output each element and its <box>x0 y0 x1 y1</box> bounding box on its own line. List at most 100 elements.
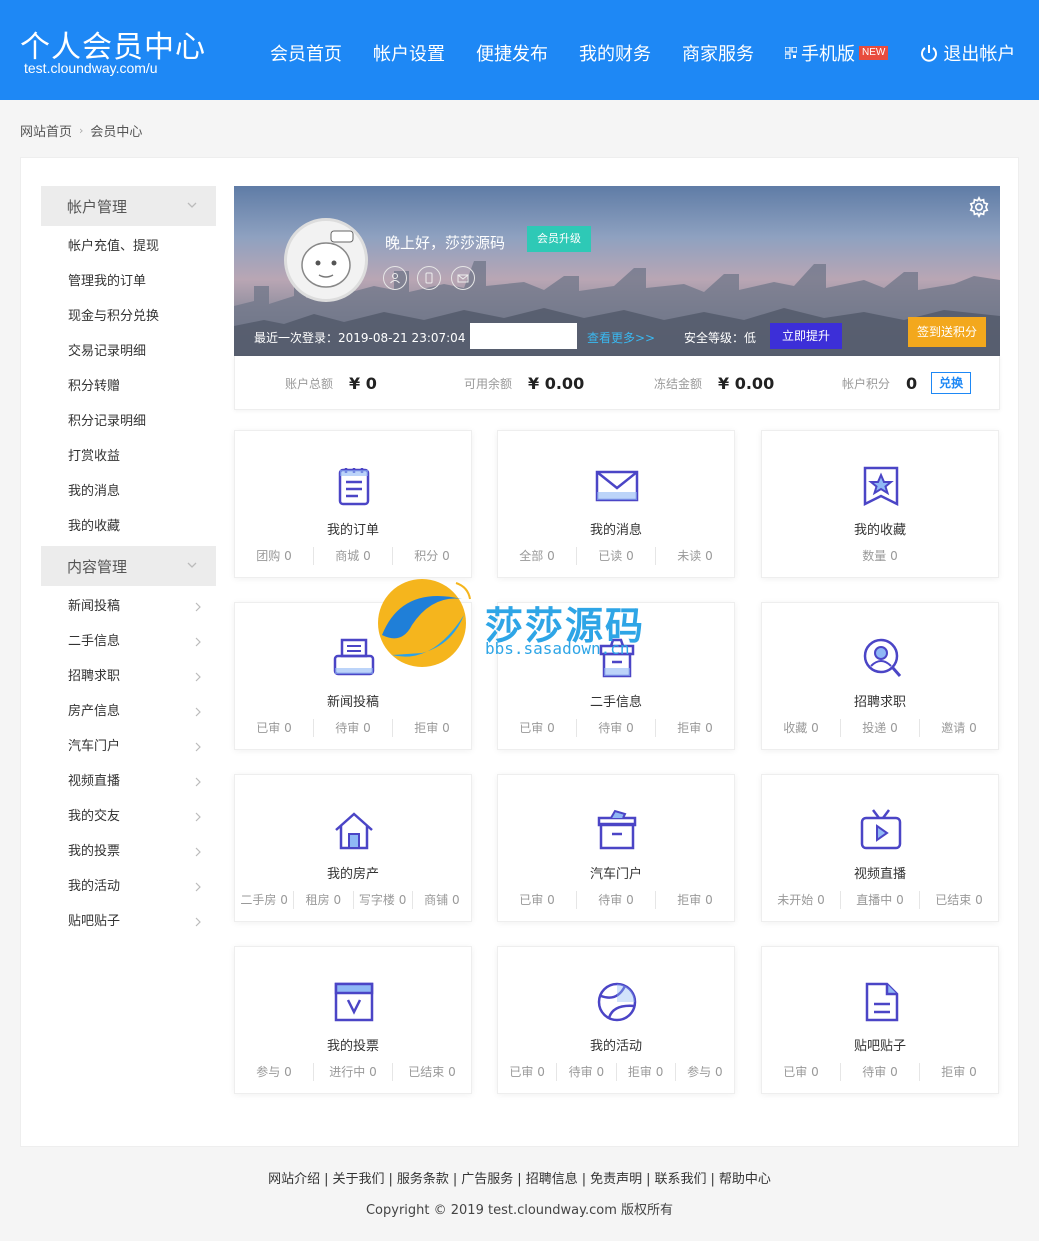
card-stat[interactable]: 拒审 0 <box>617 1063 676 1081</box>
sidebar-item-content-5[interactable]: 视频直播 <box>68 772 203 792</box>
sidebar-item-account-5[interactable]: 积分记录明细 <box>68 412 203 432</box>
card-stat[interactable]: 已结束 0 <box>920 891 998 909</box>
nav-quick-publish[interactable]: 便捷发布 <box>476 40 548 66</box>
nav-finance[interactable]: 我的财务 <box>579 40 651 66</box>
balance-total: 账户总额 ¥ 0 <box>285 356 377 410</box>
card-stat[interactable]: 已读 0 <box>577 547 656 565</box>
nav-logout[interactable]: 退出帐户 <box>919 40 1015 66</box>
card-order[interactable]: 我的订单 团购 0 商城 0 积分 0 <box>234 430 472 578</box>
footer-link[interactable]: 免责声明 <box>590 1172 642 1187</box>
card-tv[interactable]: 视频直播 未开始 0 直播中 0 已结束 0 <box>761 774 999 922</box>
card-house[interactable]: 我的房产 二手房 0 租房 0 写字楼 0 商铺 0 <box>234 774 472 922</box>
sidebar-item-account-2[interactable]: 现金与积分兑换 <box>68 307 203 327</box>
nav-mobile[interactable]: 手机版 NEW <box>785 40 889 66</box>
card-stat[interactable]: 全部 0 <box>498 547 577 565</box>
card-stat[interactable]: 参与 0 <box>676 1063 734 1081</box>
card-stat[interactable]: 直播中 0 <box>841 891 920 909</box>
card-stat[interactable]: 已审 0 <box>235 719 314 737</box>
sidebar-group-content[interactable]: 内容管理 <box>41 546 216 586</box>
sidebar-item-content-3[interactable]: 房产信息 <box>68 702 203 722</box>
sidebar-item-content-4[interactable]: 汽车门户 <box>68 737 203 757</box>
avatar[interactable] <box>284 218 368 302</box>
view-more-link[interactable]: 查看更多>> <box>587 329 655 346</box>
card-user-search[interactable]: 招聘求职 收藏 0 投递 0 邀请 0 <box>761 602 999 750</box>
card-stat[interactable]: 待审 0 <box>577 719 656 737</box>
card-stat[interactable]: 商城 0 <box>314 547 393 565</box>
card-stat[interactable]: 未读 0 <box>656 547 734 565</box>
sidebar-item-account-8[interactable]: 我的收藏 <box>68 517 203 537</box>
card-trash[interactable]: 二手信息 已审 0 待审 0 拒审 0 <box>497 602 735 750</box>
sidebar-item-content-2[interactable]: 招聘求职 <box>68 667 203 687</box>
sidebar-item-content-0[interactable]: 新闻投稿 <box>68 597 203 617</box>
card-stat[interactable]: 已审 0 <box>498 1063 558 1081</box>
card-stat[interactable]: 商铺 0 <box>413 891 471 909</box>
card-stat[interactable]: 进行中 0 <box>314 1063 393 1081</box>
card-stat[interactable]: 数量 0 <box>762 547 998 565</box>
card-stat[interactable]: 待审 0 <box>841 1063 920 1081</box>
member-upgrade-button[interactable]: 会员升级 <box>527 226 591 252</box>
sidebar-group-account[interactable]: 帐户管理 <box>41 186 216 226</box>
card-stat[interactable]: 二手房 0 <box>235 891 295 909</box>
card-printer[interactable]: 新闻投稿 已审 0 待审 0 拒审 0 <box>234 602 472 750</box>
sidebar-item-content-1[interactable]: 二手信息 <box>68 632 203 652</box>
sidebar-item-account-3[interactable]: 交易记录明细 <box>68 342 203 362</box>
sidebar-item-content-7[interactable]: 我的投票 <box>68 842 203 862</box>
card-stat[interactable]: 投递 0 <box>841 719 920 737</box>
footer-link[interactable]: 联系我们 <box>655 1172 707 1187</box>
sign-in-points-button[interactable]: 签到送积分 <box>908 317 987 347</box>
card-stat[interactable]: 积分 0 <box>393 547 471 565</box>
footer-link[interactable]: 关于我们 <box>332 1172 384 1187</box>
nav-account-settings[interactable]: 帐户设置 <box>373 40 445 66</box>
card-stat[interactable]: 邀请 0 <box>920 719 998 737</box>
card-title: 我的收藏 <box>853 523 906 538</box>
card-stat[interactable]: 拒审 0 <box>920 1063 998 1081</box>
footer-link[interactable]: 服务条款 <box>397 1172 449 1187</box>
card-stat[interactable]: 未开始 0 <box>762 891 841 909</box>
sidebar-item-label: 汽车门户 <box>68 739 121 754</box>
user-verify-icon[interactable] <box>383 266 407 290</box>
card-box[interactable]: 汽车门户 已审 0 待审 0 拒审 0 <box>497 774 735 922</box>
card-stat[interactable]: 拒审 0 <box>393 719 471 737</box>
card-stat[interactable]: 已审 0 <box>498 891 577 909</box>
card-document[interactable]: 贴吧贴子 已审 0 待审 0 拒审 0 <box>761 946 999 1094</box>
sidebar-item-account-7[interactable]: 我的消息 <box>68 482 203 502</box>
card-stat[interactable]: 已审 0 <box>762 1063 841 1081</box>
card-ball[interactable]: 我的活动 已审 0 待审 0 拒审 0 参与 0 <box>497 946 735 1094</box>
footer-link[interactable]: 帮助中心 <box>719 1172 771 1187</box>
sidebar-item-account-4[interactable]: 积分转赠 <box>68 377 203 397</box>
sidebar-item-content-9[interactable]: 贴吧贴子 <box>68 912 203 932</box>
card-mail[interactable]: 我的消息 全部 0 已读 0 未读 0 <box>497 430 735 578</box>
card-stat[interactable]: 待审 0 <box>314 719 393 737</box>
card-stat[interactable]: 已结束 0 <box>393 1063 471 1081</box>
phone-verify-icon[interactable] <box>417 266 441 290</box>
footer-link[interactable]: 招聘信息 <box>526 1172 578 1187</box>
footer-links: 网站介绍 | 关于我们 | 服务条款 | 广告服务 | 招聘信息 | 免责声明 | 联系我们 | 帮助中心 <box>0 1168 1039 1187</box>
card-stat[interactable]: 已审 0 <box>498 719 577 737</box>
card-stat[interactable]: 拒审 0 <box>656 891 734 909</box>
redeem-button[interactable]: 兑换 <box>931 372 972 394</box>
card-stat[interactable]: 租房 0 <box>294 891 354 909</box>
card-star[interactable]: 我的收藏数量 0 <box>761 430 999 578</box>
nav-home[interactable]: 会员首页 <box>270 40 342 66</box>
footer-link[interactable]: 广告服务 <box>461 1172 513 1187</box>
card-stat[interactable]: 参与 0 <box>235 1063 314 1081</box>
sidebar-item-account-0[interactable]: 帐户充值、提现 <box>68 237 203 257</box>
email-verify-icon[interactable] <box>451 266 475 290</box>
sidebar-item-content-8[interactable]: 我的活动 <box>68 877 203 897</box>
nav-merchant[interactable]: 商家服务 <box>682 40 754 66</box>
sidebar-item-account-6[interactable]: 打赏收益 <box>68 447 203 467</box>
card-stat[interactable]: 待审 0 <box>557 1063 617 1081</box>
sidebar-item-account-1[interactable]: 管理我的订单 <box>68 272 203 292</box>
gear-icon[interactable] <box>968 196 990 218</box>
raise-security-button[interactable]: 立即提升 <box>770 323 843 349</box>
card-stats: 已审 0 待审 0 拒审 0 <box>235 719 471 737</box>
footer-link[interactable]: 网站介绍 <box>268 1172 320 1187</box>
card-stat[interactable]: 团购 0 <box>235 547 314 565</box>
card-stat[interactable]: 收藏 0 <box>762 719 841 737</box>
card-stat[interactable]: 拒审 0 <box>656 719 734 737</box>
card-stat[interactable]: 待审 0 <box>577 891 656 909</box>
card-stat[interactable]: 写字楼 0 <box>354 891 413 909</box>
sidebar-item-content-6[interactable]: 我的交友 <box>68 807 203 827</box>
card-vote[interactable]: 我的投票 参与 0 进行中 0 已结束 0 <box>234 946 472 1094</box>
breadcrumb-home[interactable]: 网站首页 <box>20 121 72 140</box>
